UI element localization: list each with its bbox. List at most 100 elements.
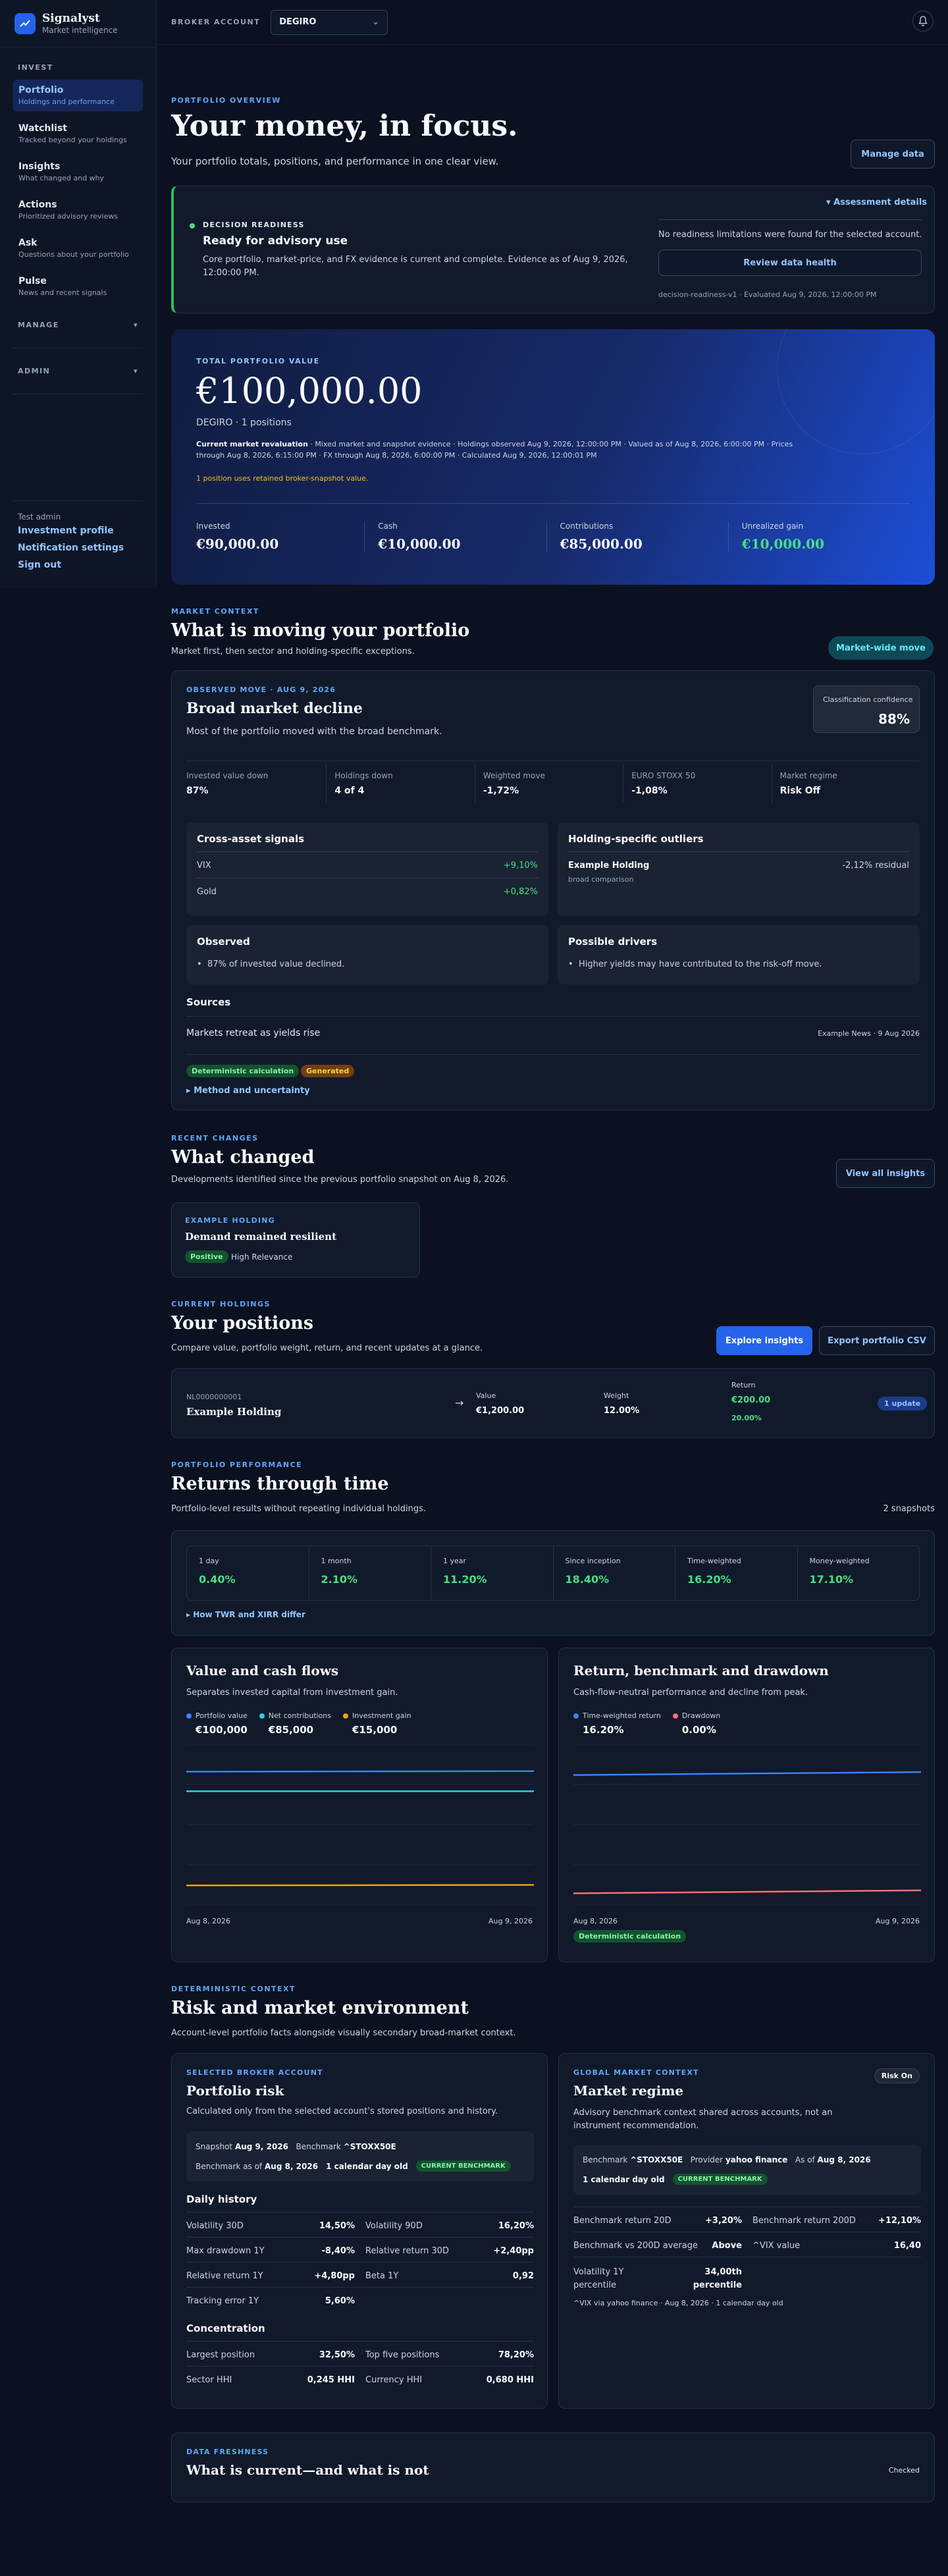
- stat-label: Invested: [196, 522, 230, 531]
- export-csv-button[interactable]: Export portfolio CSV: [819, 1326, 935, 1355]
- nav-heading-invest: INVEST: [18, 63, 53, 72]
- metric-row: ^VIX value 16,40: [752, 2241, 921, 2251]
- stat-label: Weighted move: [483, 771, 545, 780]
- market-subtitle: Market first, then sector and holding-sp…: [171, 647, 415, 657]
- return-value: 17.10%: [809, 1573, 854, 1586]
- legend-item: Drawdown 0.00%: [672, 1711, 721, 1736]
- nav-section-manage[interactable]: MANAGE ▾: [0, 321, 156, 329]
- move-stat: Holdings down 4 of 4: [327, 765, 475, 803]
- snapshot-label: Snapshot: [196, 2142, 233, 2151]
- sidebar-item-subtitle: News and recent signals: [18, 288, 107, 297]
- revaluation-title: Current market revaluation: [196, 440, 308, 448]
- legend-value: 16.20%: [583, 1724, 624, 1736]
- holdings-eyebrow: CURRENT HOLDINGS: [171, 1300, 271, 1308]
- investment-profile-link[interactable]: Investment profile: [18, 525, 124, 536]
- total-value-amount: €100,000.00: [196, 370, 423, 412]
- benchmark-label: Benchmark: [583, 2155, 628, 2164]
- risk-title: Risk and market environment: [171, 1998, 469, 2018]
- sidebar-item-pulse[interactable]: Pulse News and recent signals: [13, 271, 143, 302]
- brand-tagline: Market intelligence: [42, 26, 118, 35]
- regime-benchmark-line: Benchmark ^STOXX50E Provider yahoo finan…: [583, 2155, 871, 2164]
- return-value: 16.20%: [687, 1573, 731, 1586]
- sign-out-link[interactable]: Sign out: [18, 560, 124, 570]
- method-uncertainty-toggle[interactable]: ▸ Method and uncertainty: [186, 1086, 310, 1096]
- review-data-health-button[interactable]: Review data health: [658, 250, 922, 276]
- metric-row: Volatility 30D 14,50%: [186, 2221, 355, 2231]
- data-freshness-card: DATA FRESHNESS What is current—and what …: [171, 2432, 935, 2502]
- relevance-label: High Relevance: [231, 1252, 293, 1262]
- return-label: Return: [731, 1381, 756, 1389]
- market-eyebrow: MARKET CONTEXT: [171, 607, 259, 616]
- generated-tag: Generated: [301, 1065, 355, 1077]
- performance-eyebrow: PORTFOLIO PERFORMANCE: [171, 1461, 303, 1469]
- view-all-insights-button[interactable]: View all insights: [836, 1159, 935, 1188]
- sidebar-item-portfolio[interactable]: Portfolio Holdings and performance: [13, 80, 143, 111]
- move-stats: Invested value down 87% Holdings down 4 of…: [186, 765, 920, 803]
- confidence-box: Classification confidence 88%: [813, 685, 920, 733]
- outlier-residual: -2,12% residual: [842, 861, 909, 871]
- return-cell: Money-weighted 17.10%: [798, 1546, 920, 1600]
- manage-data-button[interactable]: Manage data: [851, 140, 935, 169]
- market-move-card: OBSERVED MOVE · AUG 9, 2026 Broad market…: [171, 670, 935, 1110]
- nav-section-admin[interactable]: ADMIN ▾: [0, 367, 156, 375]
- metric-label: ^VIX value: [752, 2241, 801, 2251]
- sidebar: Signalyst Market intelligence INVEST Por…: [0, 0, 157, 587]
- stat-value: €10,000.00: [378, 536, 461, 552]
- returns-grid: 1 day 0.40% 1 month 2.10% 1 year 11.20% Sin…: [186, 1545, 920, 1601]
- sidebar-item-ask[interactable]: Ask Questions about your portfolio: [13, 232, 143, 264]
- change-holding: EXAMPLE HOLDING: [185, 1216, 275, 1225]
- chart-title: Return, benchmark and drawdown: [573, 1663, 829, 1678]
- sidebar-item-title: Actions: [18, 200, 57, 210]
- return-period: 1 year: [443, 1557, 467, 1565]
- legend-item: Time-weighted return 16.20%: [573, 1711, 661, 1736]
- broker-account-select[interactable]: DEGIRO ⌄: [271, 9, 388, 35]
- sidebar-item-watchlist[interactable]: Watchlist Tracked beyond your holdings: [13, 118, 143, 149]
- legend-item: Portfolio value €100,000: [186, 1711, 248, 1736]
- change-card[interactable]: EXAMPLE HOLDING Demand remained resilien…: [171, 1202, 420, 1277]
- metric-row: Benchmark return 20D +3,20%: [573, 2216, 742, 2226]
- legend-swatch: [259, 1713, 265, 1719]
- legend-swatch: [573, 1713, 579, 1719]
- move-stat: EURO STOXX 50 -1,08%: [623, 765, 772, 803]
- twr-xirr-toggle[interactable]: ▸ How TWR and XIRR differ: [186, 1610, 305, 1619]
- cross-asset-row: Gold +0,82%: [197, 887, 538, 897]
- metric-value: 16,20%: [498, 2221, 534, 2231]
- notifications-bell-icon[interactable]: [912, 11, 934, 32]
- update-badge[interactable]: 1 update: [878, 1397, 928, 1410]
- stat-value: -1,72%: [483, 786, 519, 796]
- position-value: €1,200.00: [476, 1406, 525, 1416]
- metric-label: Relative return 30D: [365, 2246, 449, 2256]
- snapshot-info: Snapshot Aug 9, 2026 Benchmark ^STOXX50E: [196, 2142, 396, 2151]
- metric-label: Sector HHI: [186, 2375, 232, 2385]
- stat-value: €85,000.00: [560, 536, 643, 552]
- source-headline[interactable]: Markets retreat as yields rise: [186, 1028, 320, 1038]
- asset-change: +0,82%: [503, 887, 538, 897]
- changes-title: What changed: [171, 1147, 315, 1167]
- position-row[interactable]: NL0000000001 Example Holding → Value €1,…: [171, 1368, 935, 1438]
- position-isin: NL0000000001: [186, 1393, 242, 1401]
- sidebar-item-actions[interactable]: Actions Prioritized advisory reviews: [13, 194, 143, 226]
- metric-row: Largest position 32,50%: [186, 2350, 355, 2360]
- notification-settings-link[interactable]: Notification settings: [18, 543, 124, 553]
- performance-title: Returns through time: [171, 1474, 389, 1494]
- outlier-name: Example Holding: [568, 861, 650, 871]
- sidebar-item-title: Insights: [18, 161, 61, 172]
- value-label: Value: [476, 1391, 496, 1400]
- stat-value: €90,000.00: [196, 536, 279, 552]
- legend-item: Investment gain €15,000: [343, 1711, 411, 1736]
- assessment-details-label: Assessment details: [833, 198, 928, 207]
- total-stats: Invested €90,000.00 Cash €10,000.00 Contri…: [196, 522, 910, 552]
- chart-subtitle: Cash-flow-neutral performance and declin…: [573, 1688, 808, 1698]
- return-value: 11.20%: [443, 1573, 487, 1586]
- brand-name: Signalyst: [42, 12, 100, 25]
- positive-tag: Positive: [185, 1250, 228, 1263]
- stat-unrealized-gain: Unrealized gain €10,000.00: [729, 522, 910, 552]
- sidebar-item-insights[interactable]: Insights What changed and why: [13, 156, 143, 188]
- brand[interactable]: Signalyst Market intelligence: [0, 0, 156, 35]
- x-tick-label: Aug 9, 2026: [488, 1917, 533, 1925]
- explore-insights-button[interactable]: Explore insights: [716, 1326, 812, 1355]
- portfolio-risk-title: Portfolio risk: [186, 2083, 284, 2099]
- legend-label: Drawdown: [681, 1711, 721, 1720]
- assessment-details-toggle[interactable]: ▾ Assessment details: [826, 198, 927, 207]
- stat-label: Market regime: [779, 771, 837, 780]
